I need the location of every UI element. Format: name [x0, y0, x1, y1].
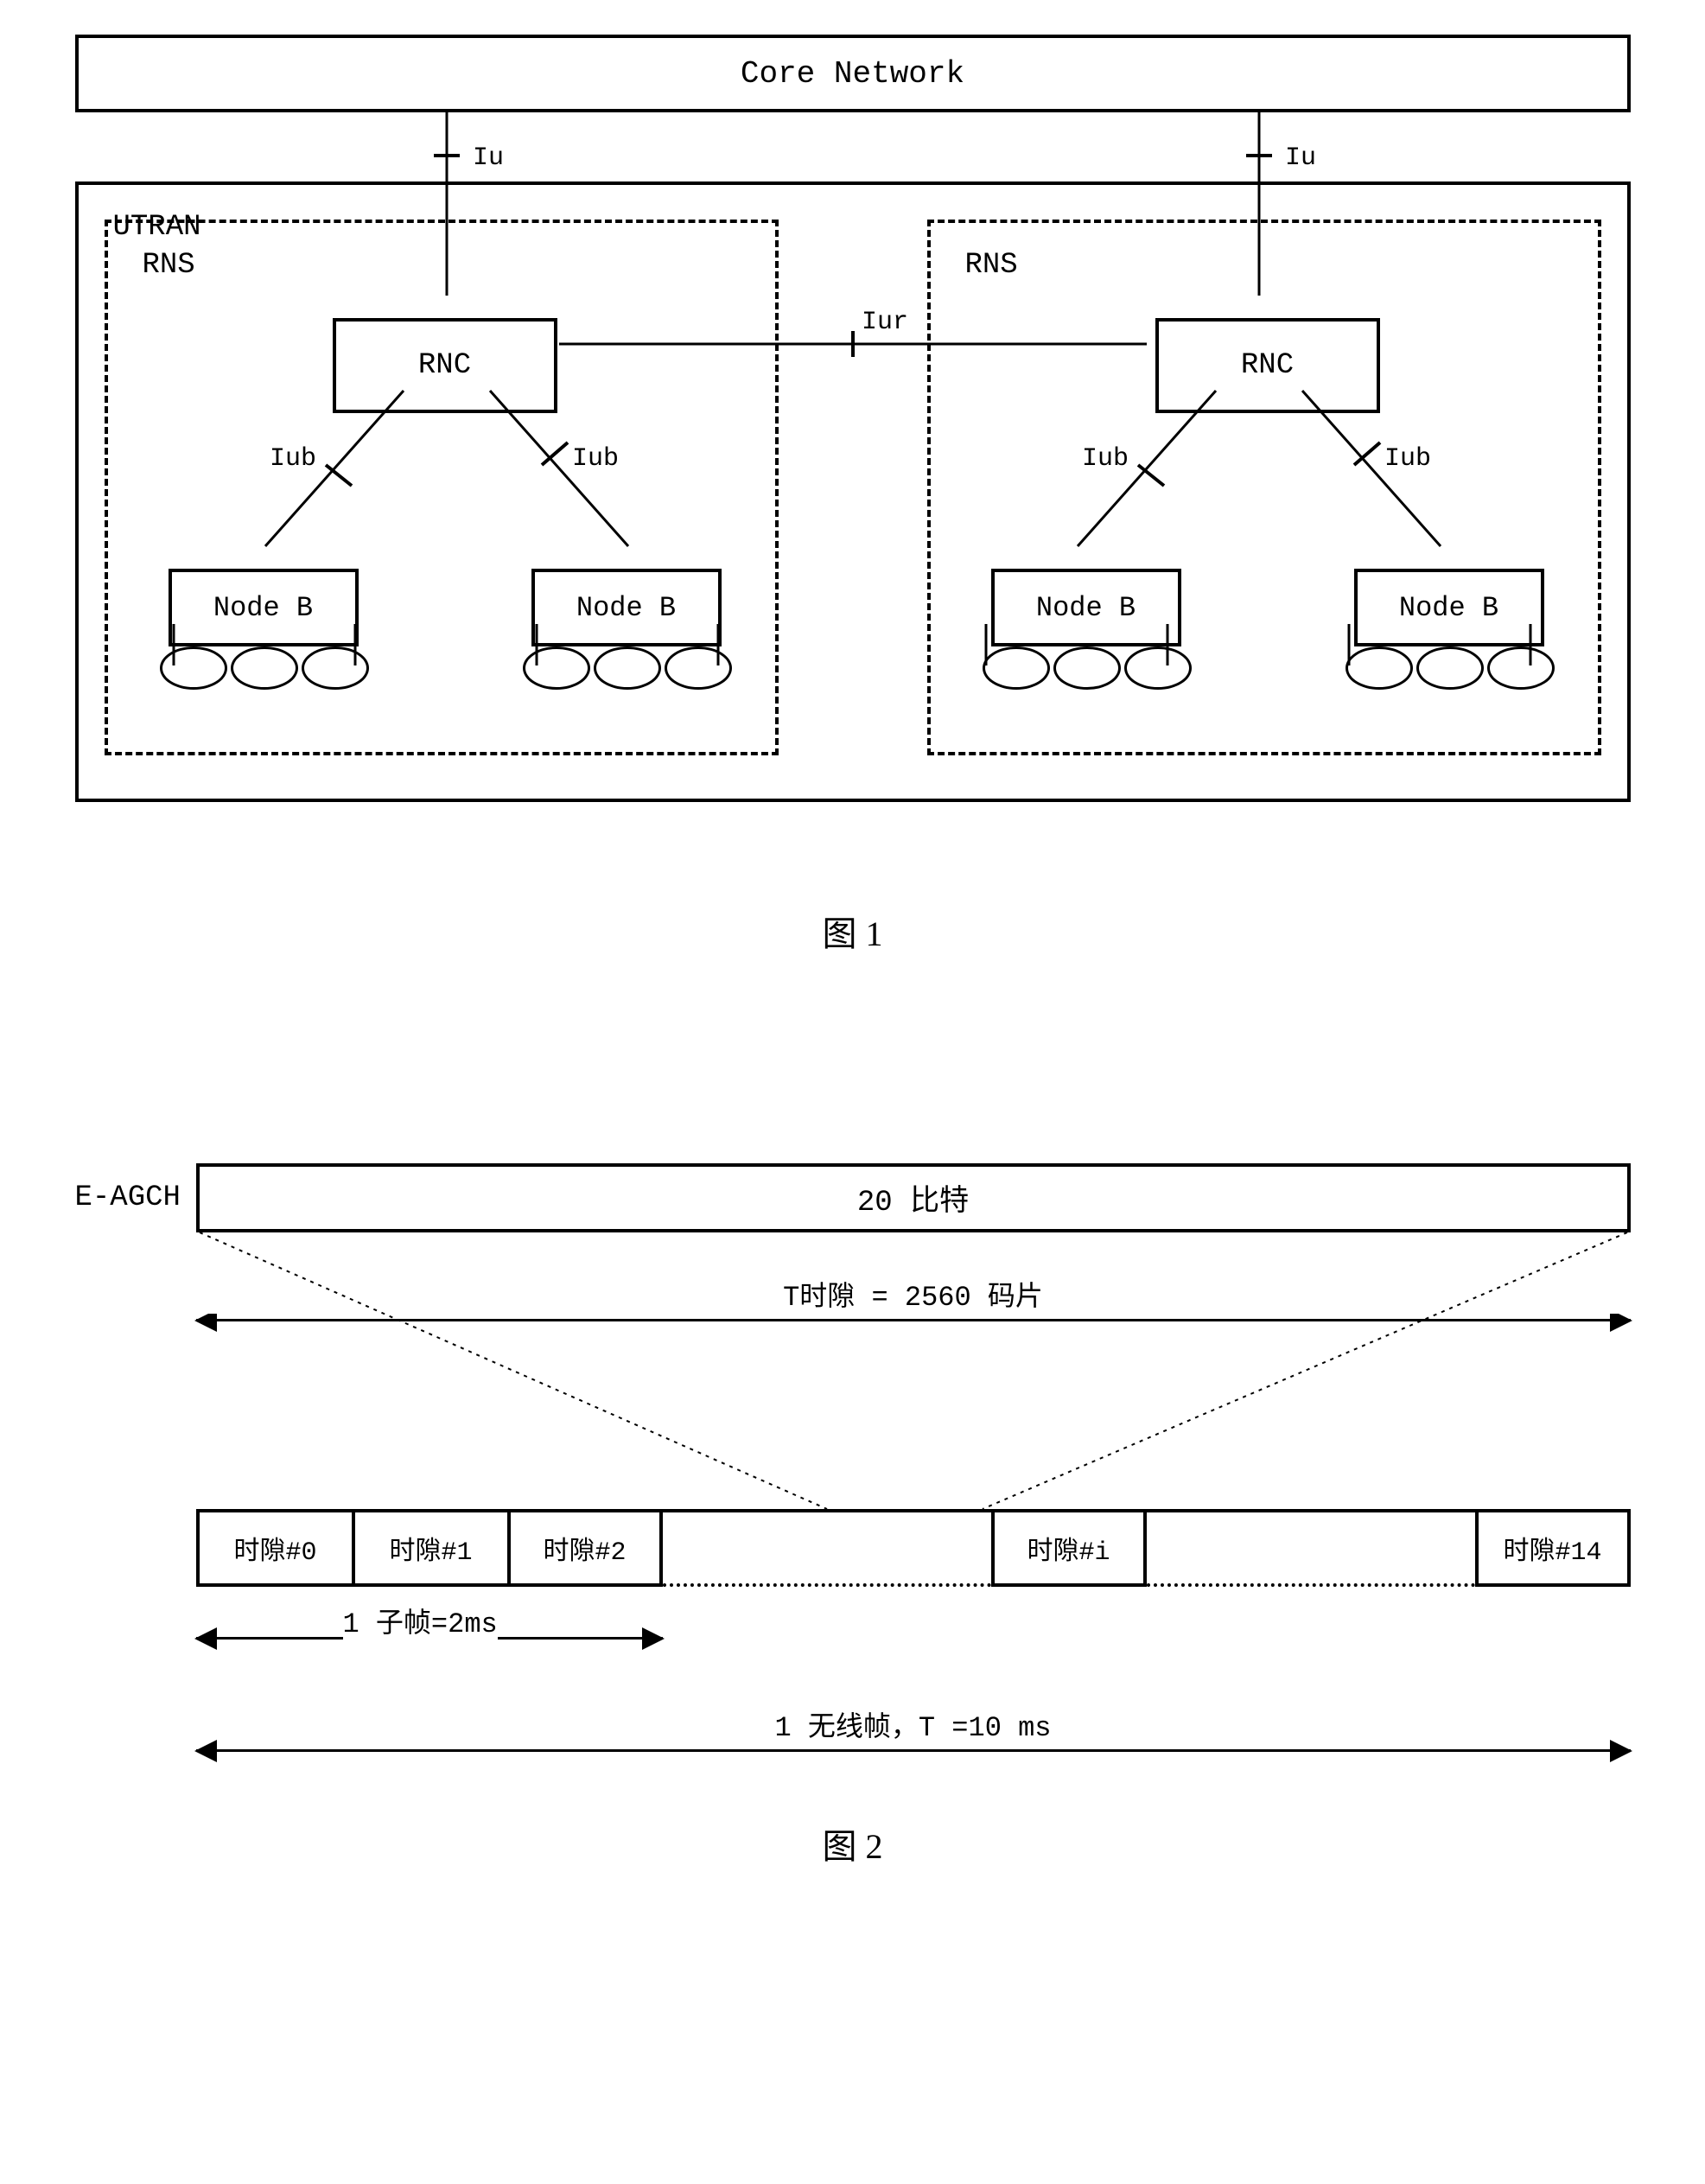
rns-row: RNS RNC Node B Node B	[105, 220, 1601, 755]
arrow-left-icon	[194, 1627, 217, 1650]
figure-1-utran-diagram: Core Network UTRAN RNS RNC Node B Node B	[75, 35, 1631, 802]
slot-0: 时隙#0	[196, 1509, 352, 1587]
nodeb-2b: Node B	[1354, 569, 1544, 646]
nodeb-label-1b: Node B	[576, 592, 676, 624]
arrow-right-icon	[642, 1627, 665, 1650]
nodeb-1b: Node B	[531, 569, 722, 646]
cell-icon	[231, 646, 298, 690]
bits-label: 20 比特	[857, 1176, 969, 1219]
slot-gap-1	[663, 1509, 991, 1587]
radioframe-label: 1 无线帧，T =10 ms	[757, 1712, 1068, 1744]
cell-icon	[1053, 646, 1121, 690]
eagch-label: E-AGCH	[75, 1163, 196, 1232]
slot-gap-2	[1147, 1509, 1475, 1587]
rns-box-2: RNS RNC Node B Node B	[927, 220, 1601, 755]
nodeb-label-2b: Node B	[1399, 592, 1498, 624]
cells-2a	[983, 646, 1192, 690]
iu-label-1: Iu	[473, 143, 504, 173]
cell-icon	[1487, 646, 1555, 690]
rns-label-2: RNS	[965, 249, 1018, 282]
slot-2: 时隙#2	[507, 1509, 663, 1587]
slot-1: 时隙#1	[352, 1509, 507, 1587]
cell-icon	[160, 646, 227, 690]
figure-2-caption: 图 2	[823, 1818, 883, 1869]
cells-2b	[1346, 646, 1555, 690]
cell-icon	[594, 646, 661, 690]
cell-icon	[983, 646, 1050, 690]
bitbox: 20 比特	[196, 1163, 1631, 1232]
core-network-label: Core Network	[741, 56, 964, 92]
radioframe-arrow: 1 无线帧，T =10 ms	[196, 1715, 1631, 1784]
figure-2-frame-structure: E-AGCH 20 比特 T时隙 = 2560 码片 时隙#0 时隙#1 时隙#…	[75, 1163, 1631, 1784]
utran-box: UTRAN RNS RNC Node B Node B	[75, 181, 1631, 802]
cell-icon	[665, 646, 732, 690]
tslot-label: T时隙 = 2560 码片	[766, 1282, 1060, 1314]
rnc-label-1: RNC	[418, 349, 471, 382]
nodeb-label-1a: Node B	[213, 592, 313, 624]
subframe-arrow: 1 子帧=2ms	[196, 1611, 1631, 1671]
cell-icon	[1416, 646, 1484, 690]
rnc-label-2: RNC	[1241, 349, 1294, 382]
cells-1a	[160, 646, 369, 690]
slots-row: 时隙#0 时隙#1 时隙#2 时隙#i 时隙#14	[196, 1509, 1631, 1587]
subframe-label: 1 子帧=2ms	[343, 1601, 498, 1640]
figure-1-caption: 图 1	[823, 906, 883, 956]
rnc-box-1: RNC	[333, 318, 557, 413]
cell-icon	[1124, 646, 1192, 690]
slot-i: 时隙#i	[991, 1509, 1147, 1587]
cell-icon	[302, 646, 369, 690]
cells-1b	[523, 646, 732, 690]
cell-icon	[523, 646, 590, 690]
iu-label-2: Iu	[1285, 143, 1316, 173]
slot-14: 时隙#14	[1475, 1509, 1631, 1587]
rns-box-1: RNS RNC Node B Node B	[105, 220, 779, 755]
rnc-box-2: RNC	[1155, 318, 1380, 413]
eagch-row: E-AGCH 20 比特	[75, 1163, 1631, 1232]
rns-label-1: RNS	[143, 249, 195, 282]
nodeb-1a: Node B	[169, 569, 359, 646]
tslot-arrow: T时隙 = 2560 码片	[196, 1284, 1631, 1353]
nodeb-label-2a: Node B	[1036, 592, 1136, 624]
nodeb-2a: Node B	[991, 569, 1181, 646]
cell-icon	[1346, 646, 1413, 690]
core-network-box: Core Network	[75, 35, 1631, 112]
